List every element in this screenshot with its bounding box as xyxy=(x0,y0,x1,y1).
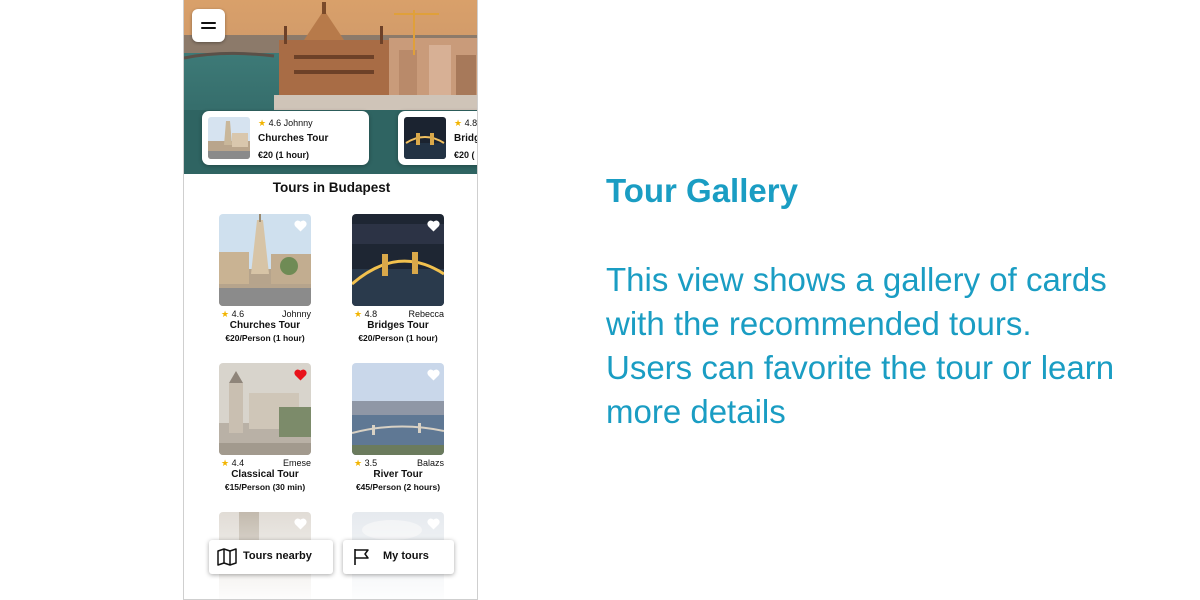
featured-tour-thumbnail xyxy=(404,117,446,159)
tour-guide: Rebecca xyxy=(408,309,444,319)
star-icon: ★ xyxy=(454,118,463,128)
featured-tour-thumbnail xyxy=(208,117,250,159)
star-icon: ★ xyxy=(221,309,230,319)
tours-nearby-button[interactable]: Tours nearby xyxy=(209,540,333,574)
map-icon xyxy=(217,548,237,571)
tour-name: Bridges Tour xyxy=(367,320,429,331)
tour-price: €20/Person (1 hour) xyxy=(225,333,305,343)
hamburger-menu-icon-line xyxy=(201,27,216,29)
tour-rating-value: 3.5 xyxy=(364,458,378,468)
tour-name: River Tour xyxy=(373,469,423,480)
featured-tour-meta: ★ 4.8 xyxy=(454,118,477,129)
flag-icon xyxy=(353,548,371,571)
tour-guide: Johnny xyxy=(281,309,311,319)
star-icon: ★ xyxy=(354,309,363,319)
featured-tour-rating: 4.6 xyxy=(268,118,282,128)
star-icon: ★ xyxy=(221,458,230,468)
tour-guide: Emese xyxy=(282,458,311,468)
favorite-heart-icon[interactable] xyxy=(294,219,307,232)
featured-tour-guide: Johnny xyxy=(283,118,313,128)
section-title: Tours in Budapest xyxy=(272,180,391,195)
star-icon: ★ xyxy=(258,118,267,128)
featured-tour-price: €20 ( xyxy=(454,150,475,160)
featured-tour-meta: ★ 4.6 Johnny xyxy=(258,118,313,129)
favorite-heart-icon[interactable] xyxy=(427,219,440,232)
featured-tour-rating: 4.8 xyxy=(464,118,478,128)
tour-guide: Balazs xyxy=(416,458,444,468)
my-tours-label: My tours xyxy=(383,550,429,562)
tour-rating: ★ 4.6 xyxy=(221,309,244,320)
featured-tour-card[interactable]: ★ 4.6 Johnny Churches Tour €20 (1 hour) xyxy=(202,111,369,165)
tour-rating-value: 4.6 xyxy=(231,309,245,319)
tour-rating: ★ 4.8 xyxy=(354,309,377,320)
tour-rating: ★ 4.4 xyxy=(221,458,244,469)
tours-nearby-label: Tours nearby xyxy=(243,550,312,562)
tour-name: Churches Tour xyxy=(229,320,301,331)
star-icon: ★ xyxy=(354,458,363,468)
tour-rating-value: 4.4 xyxy=(231,458,245,468)
featured-tour-name: Churches Tour xyxy=(258,133,329,144)
tour-price: €15/Person (30 min) xyxy=(224,482,306,492)
description-body: This view shows a gallery of cards with … xyxy=(606,261,1115,430)
featured-tour-name: Bridg xyxy=(454,133,478,144)
description-title: Tour Gallery xyxy=(606,172,798,209)
tour-rating-value: 4.8 xyxy=(364,309,378,319)
featured-tour-card[interactable]: ★ 4.8 Bridg €20 ( xyxy=(398,111,478,165)
hamburger-menu-icon xyxy=(201,22,216,24)
tour-price: €45/Person (2 hours) xyxy=(355,482,441,492)
menu-button[interactable] xyxy=(192,9,225,42)
phone-screen: ★ 4.6 Johnny Churches Tour €20 (1 hour) … xyxy=(183,0,478,600)
tour-price: €20/Person (1 hour) xyxy=(358,333,438,343)
favorite-heart-icon[interactable] xyxy=(294,368,307,381)
featured-tour-price: €20 (1 hour) xyxy=(258,150,310,160)
tour-name: Classical Tour xyxy=(231,469,299,480)
favorite-heart-icon[interactable] xyxy=(427,368,440,381)
my-tours-button[interactable]: My tours xyxy=(343,540,454,574)
tour-rating: ★ 3.5 xyxy=(354,458,377,469)
